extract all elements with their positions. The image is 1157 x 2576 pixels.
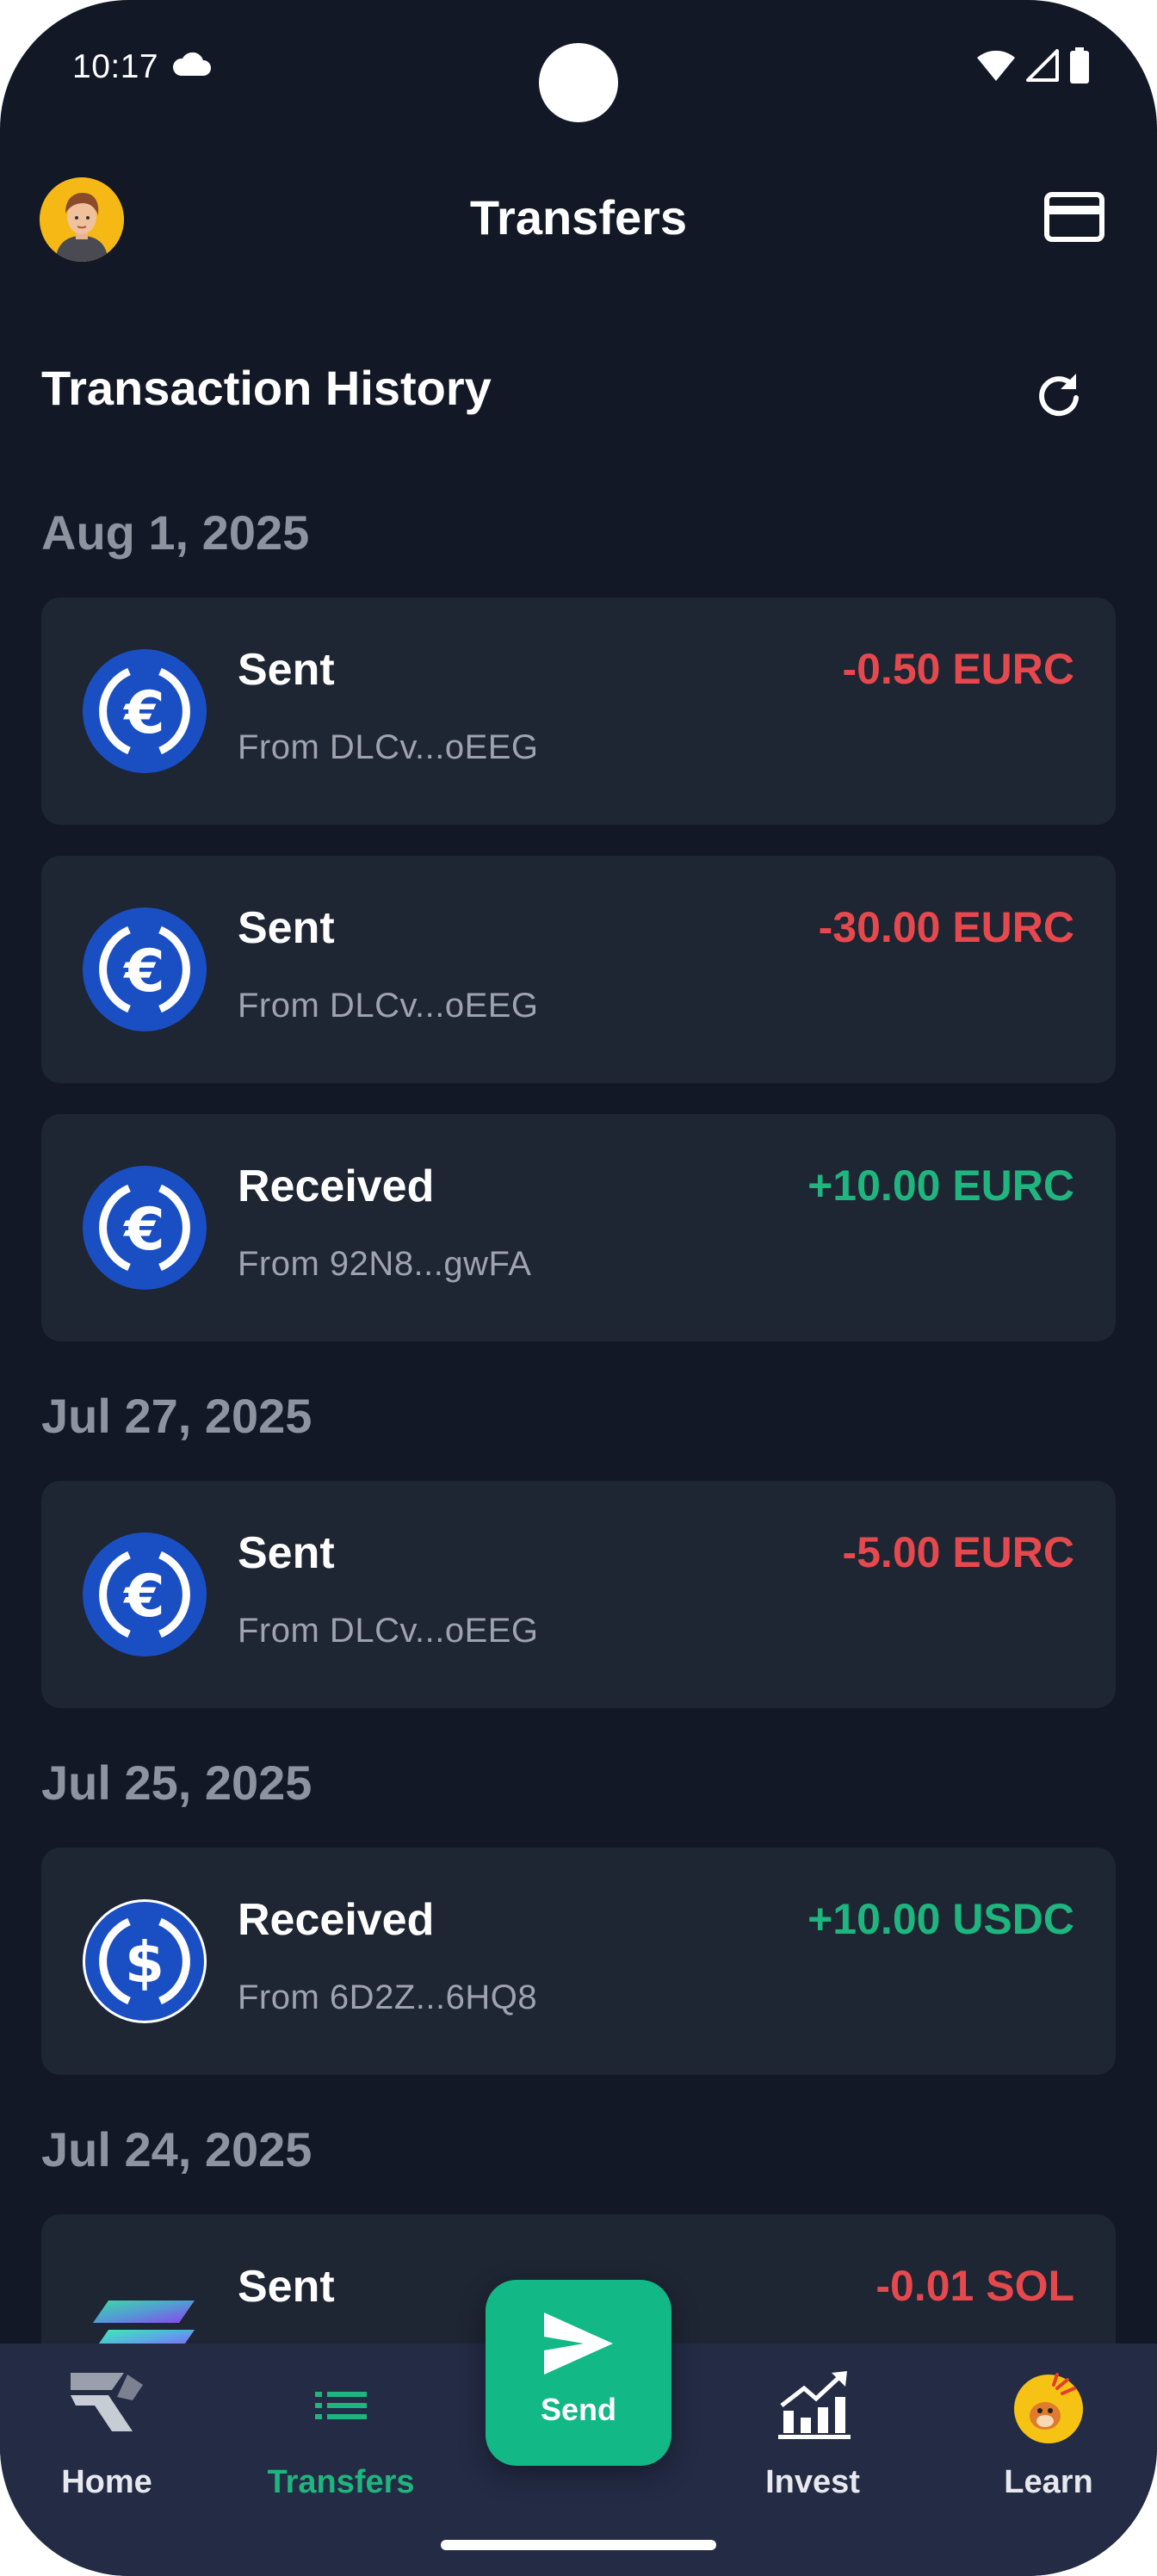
date-header: Jul 27, 2025 bbox=[41, 1389, 312, 1443]
battery-icon bbox=[1070, 47, 1089, 84]
cloud-icon bbox=[172, 52, 211, 76]
transaction-row[interactable]: € Sent From DLCv...oEEG -30.00 EURC bbox=[41, 856, 1116, 1083]
send-button[interactable]: Send bbox=[486, 2280, 671, 2466]
eurc-coin-icon: € bbox=[83, 907, 207, 1031]
send-icon bbox=[544, 2313, 613, 2375]
nav-invest-label: Invest bbox=[765, 2464, 860, 2500]
transaction-row[interactable]: € Sent From DLCv...oEEG -5.00 EURC bbox=[41, 1481, 1116, 1708]
status-bar: 10:17 bbox=[0, 0, 1157, 129]
transaction-amount: -0.01 SOL bbox=[875, 2262, 1074, 2310]
svg-text:$: $ bbox=[125, 1929, 164, 1996]
home-indicator[interactable] bbox=[441, 2540, 716, 2550]
eurc-coin-icon: € bbox=[83, 649, 207, 773]
nav-invest[interactable]: Invest bbox=[709, 2344, 916, 2516]
transaction-type: Sent bbox=[238, 903, 335, 953]
transaction-type: Sent bbox=[238, 645, 335, 695]
transaction-amount: +10.00 USDC bbox=[807, 1895, 1074, 1943]
status-time: 10:17 bbox=[72, 48, 159, 85]
nav-learn[interactable]: Learn bbox=[945, 2344, 1152, 2516]
section-title: Transaction History bbox=[41, 361, 492, 415]
transaction-type: Sent bbox=[238, 2262, 335, 2312]
page-title: Transfers bbox=[469, 190, 688, 245]
usdc-coin-icon: $ bbox=[83, 1899, 207, 2023]
date-header: Jul 25, 2025 bbox=[41, 1756, 312, 1810]
svg-text:€: € bbox=[122, 938, 164, 1006]
transaction-type: Received bbox=[238, 1895, 435, 1945]
svg-text:€: € bbox=[122, 1563, 164, 1631]
transaction-from: From 92N8...gwFA bbox=[238, 1245, 532, 1283]
transaction-from: From DLCv...oEEG bbox=[238, 987, 539, 1025]
transaction-amount: +10.00 EURC bbox=[807, 1161, 1074, 1210]
eurc-coin-icon: € bbox=[83, 1533, 207, 1656]
nav-transfers-label: Transfers bbox=[267, 2464, 415, 2500]
transaction-from: From DLCv...oEEG bbox=[238, 1612, 539, 1650]
transaction-from: From DLCv...oEEG bbox=[238, 728, 539, 766]
svg-text:€: € bbox=[122, 1196, 164, 1264]
nav-transfers[interactable]: Transfers bbox=[238, 2344, 444, 2516]
wifi-icon bbox=[977, 50, 1015, 81]
date-header: Jul 24, 2025 bbox=[41, 2122, 312, 2177]
svg-text:€: € bbox=[122, 679, 164, 747]
card-icon[interactable] bbox=[1043, 191, 1105, 243]
transaction-row[interactable]: $ Received From 6D2Z...6HQ8 +10.00 USDC bbox=[41, 1848, 1116, 2075]
status-icons bbox=[976, 46, 1090, 84]
app-header: Transfers bbox=[0, 172, 1157, 267]
learn-mascot-icon bbox=[1014, 2373, 1083, 2443]
chart-icon bbox=[778, 2371, 851, 2439]
camera-cutout bbox=[539, 43, 618, 122]
nav-home-label: Home bbox=[61, 2464, 152, 2500]
eurc-coin-icon: € bbox=[83, 1166, 207, 1290]
send-label: Send bbox=[540, 2392, 616, 2427]
nav-learn-label: Learn bbox=[1004, 2464, 1093, 2500]
transaction-row[interactable]: € Received From 92N8...gwFA +10.00 EURC bbox=[41, 1114, 1116, 1341]
transaction-type: Received bbox=[238, 1161, 435, 1211]
signal-icon bbox=[1026, 49, 1059, 82]
transaction-amount: -5.00 EURC bbox=[842, 1528, 1074, 1576]
transaction-amount: -0.50 EURC bbox=[842, 645, 1074, 693]
date-header: Aug 1, 2025 bbox=[41, 505, 310, 560]
home-logo-icon bbox=[71, 2373, 143, 2431]
transaction-from: From 6D2Z...6HQ8 bbox=[238, 1978, 538, 2016]
transaction-type: Sent bbox=[238, 1528, 335, 1578]
nav-home[interactable]: Home bbox=[3, 2344, 210, 2516]
transaction-amount: -30.00 EURC bbox=[818, 903, 1074, 951]
phone-screen: 10:17 Transfers Transaction History Aug … bbox=[0, 0, 1157, 2576]
list-icon bbox=[315, 2392, 367, 2419]
refresh-icon[interactable] bbox=[1033, 368, 1085, 420]
transaction-row[interactable]: € Sent From DLCv...oEEG -0.50 EURC bbox=[41, 598, 1116, 825]
